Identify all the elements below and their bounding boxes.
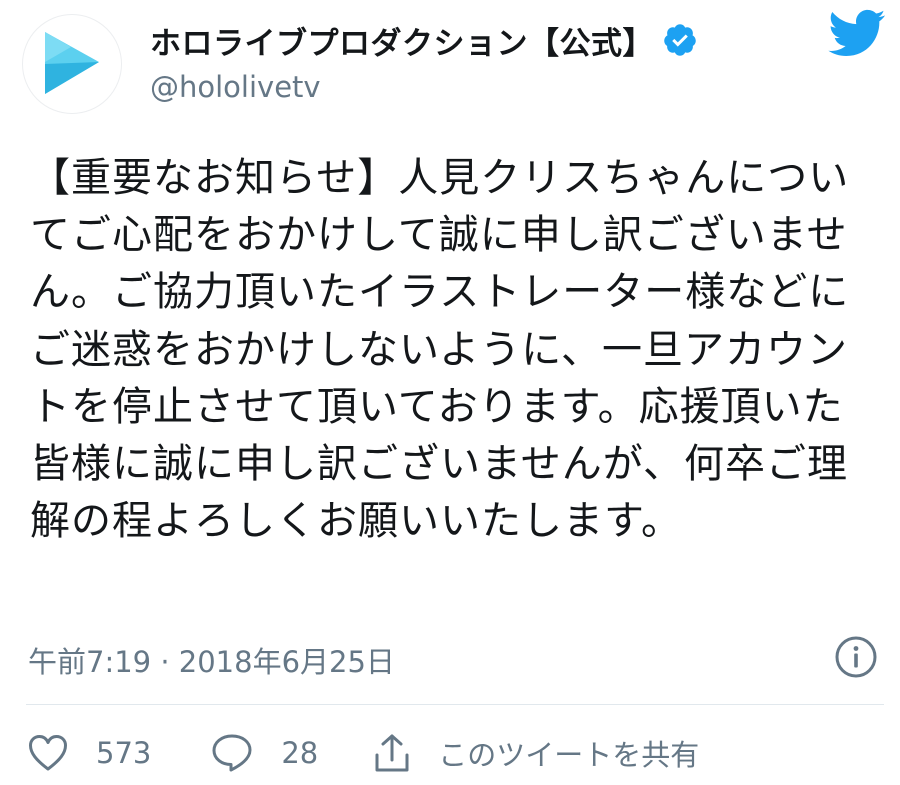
reply-icon xyxy=(212,734,252,772)
tweet-timestamp[interactable]: 午前7:19 · 2018年6月25日 xyxy=(28,639,395,681)
share-button[interactable]: このツイートを共有 xyxy=(374,732,699,774)
divider xyxy=(26,704,884,705)
tweet-meta: 午前7:19 · 2018年6月25日 xyxy=(28,633,878,681)
user-handle[interactable]: @hololivetv xyxy=(150,70,321,104)
share-icon xyxy=(375,734,409,772)
twitter-bird-icon[interactable] xyxy=(826,8,886,58)
share-label: このツイートを共有 xyxy=(438,738,700,772)
tweet-actions: 573 28 このツイートを共有 xyxy=(28,725,878,781)
reply-count: 28 xyxy=(281,736,319,770)
tweet-header: ホロライブプロダクション【公式】 @hololivetv xyxy=(0,0,900,125)
like-count: 573 xyxy=(96,736,152,770)
info-icon[interactable] xyxy=(834,635,878,679)
like-button[interactable]: 573 xyxy=(28,734,151,772)
heart-icon xyxy=(29,735,67,771)
verified-badge-icon xyxy=(664,24,696,56)
tweet-text: 【重要なお知らせ】人見クリスちゃんについてご心配をおかけして誠に申し訳ございませ… xyxy=(30,155,850,545)
reply-button[interactable]: 28 xyxy=(211,733,318,773)
play-logo-icon xyxy=(45,32,99,94)
avatar[interactable] xyxy=(22,14,122,114)
display-name[interactable]: ホロライブプロダクション【公式】 xyxy=(150,18,654,63)
name-row: ホロライブプロダクション【公式】 xyxy=(150,18,698,62)
